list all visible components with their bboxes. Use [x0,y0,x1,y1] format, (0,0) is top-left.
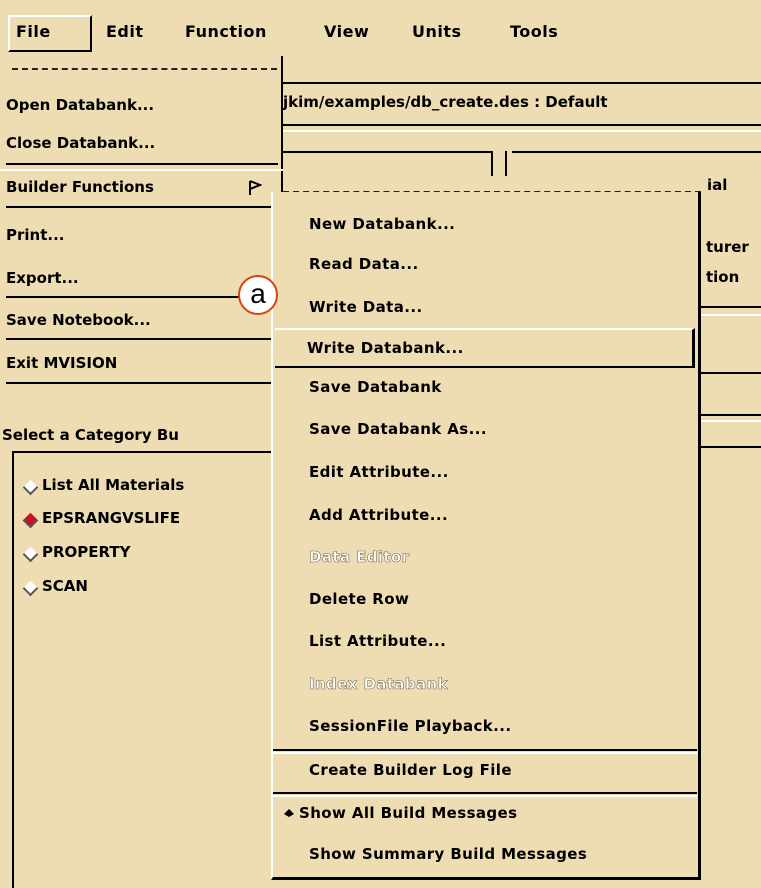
menu-item-close-databank[interactable]: Close Databank... [6,136,155,151]
panel-border [701,314,761,316]
radio-unselected-icon [22,546,39,563]
panel-border [701,306,761,308]
submenu-item-save-databank-as[interactable]: Save Databank As... [309,422,487,437]
submenu-item-list-attribute[interactable]: List Attribute... [309,634,446,649]
menu-item-open-databank[interactable]: Open Databank... [6,98,154,113]
submenu-item-index-databank: Index Databank [309,675,449,693]
radio-selected-icon [284,809,294,817]
panel-divider [505,151,507,176]
menu-units[interactable]: Units [412,24,462,40]
submenu-item-add-attribute[interactable]: Add Attribute... [309,508,448,523]
builder-functions-label: Builder Functions [6,178,154,196]
menu-separator [6,206,278,208]
category-item-label: List All Materials [42,476,185,494]
write-databank-label: Write Databank... [307,339,464,357]
right-fragment-3: tion [706,268,740,286]
menu-view[interactable]: View [324,24,369,40]
right-fragment-2: turer [706,238,749,256]
submenu-item-create-log-file[interactable]: Create Builder Log File [309,763,512,778]
submenu-item-delete-row[interactable]: Delete Row [309,592,409,607]
tearoff-line[interactable] [12,68,277,70]
callout-marker: a [238,275,278,315]
radio-unselected-icon [22,479,39,496]
menu-separator [273,749,697,751]
category-item-label: SCAN [42,577,88,595]
menu-bar: File Edit Function View Units Tools [0,0,761,60]
submenu-item-read-data[interactable]: Read Data... [309,257,419,272]
menu-separator [6,163,278,165]
radio-selected-icon [22,512,39,529]
menu-item-exit[interactable]: Exit MVISION [6,356,117,371]
panel-border [701,446,761,448]
menu-file[interactable]: File [16,24,51,40]
panel-border [701,420,761,422]
panel-border [283,151,493,153]
menu-separator [6,382,278,384]
window-frame-line [283,124,761,126]
menu-separator [273,752,697,754]
menu-edit[interactable]: Edit [106,24,144,40]
window-frame-line [283,130,761,132]
menu-separator [273,795,697,797]
panel-border [701,414,761,416]
cascade-arrow-icon [249,180,262,195]
submenu-item-sessionfile-playback[interactable]: SessionFile Playback... [309,719,511,734]
right-fragment-1: ial [707,176,728,194]
menu-separator [6,338,278,340]
file-menu-dropdown: Open Databank... Close Databank... Build… [0,56,283,386]
menu-item-builder-functions[interactable]: Builder Functions [0,169,283,207]
submenu-item-data-editor: Data Editor [309,548,410,566]
builder-functions-submenu: New Databank... Read Data... Write Data.… [271,192,701,880]
category-item-label: EPSRANGVSLIFE [42,509,181,527]
highlight-top [0,169,283,171]
menu-item-print[interactable]: Print... [6,228,64,243]
submenu-item-write-data[interactable]: Write Data... [309,300,423,315]
submenu-item-edit-attribute[interactable]: Edit Attribute... [309,465,449,480]
radio-unselected-icon [22,580,39,597]
category-item-label: PROPERTY [42,543,131,561]
category-label: Select a Category Bu [2,426,179,444]
submenu-item-show-summary-messages[interactable]: Show Summary Build Messages [309,847,587,862]
menu-item-save-notebook[interactable]: Save Notebook... [6,313,151,328]
panel-border [512,151,761,153]
path-field: jkim/examples/db_create.des : Default [275,80,761,124]
panel-border [701,372,761,374]
panel-divider [491,151,493,176]
submenu-item-new-databank[interactable]: New Databank... [309,217,455,232]
menu-tools[interactable]: Tools [510,24,558,40]
path-text: jkim/examples/db_create.des : Default [283,93,608,111]
submenu-item-write-databank[interactable]: Write Databank... [275,328,695,368]
show-all-messages-label: Show All Build Messages [299,804,518,822]
category-list: List All Materials EPSRANGVSLIFE PROPERT… [12,451,275,888]
submenu-item-save-databank[interactable]: Save Databank [309,380,442,395]
menu-item-export[interactable]: Export... [6,271,79,286]
menu-separator [273,792,697,794]
menu-function[interactable]: Function [185,24,267,40]
